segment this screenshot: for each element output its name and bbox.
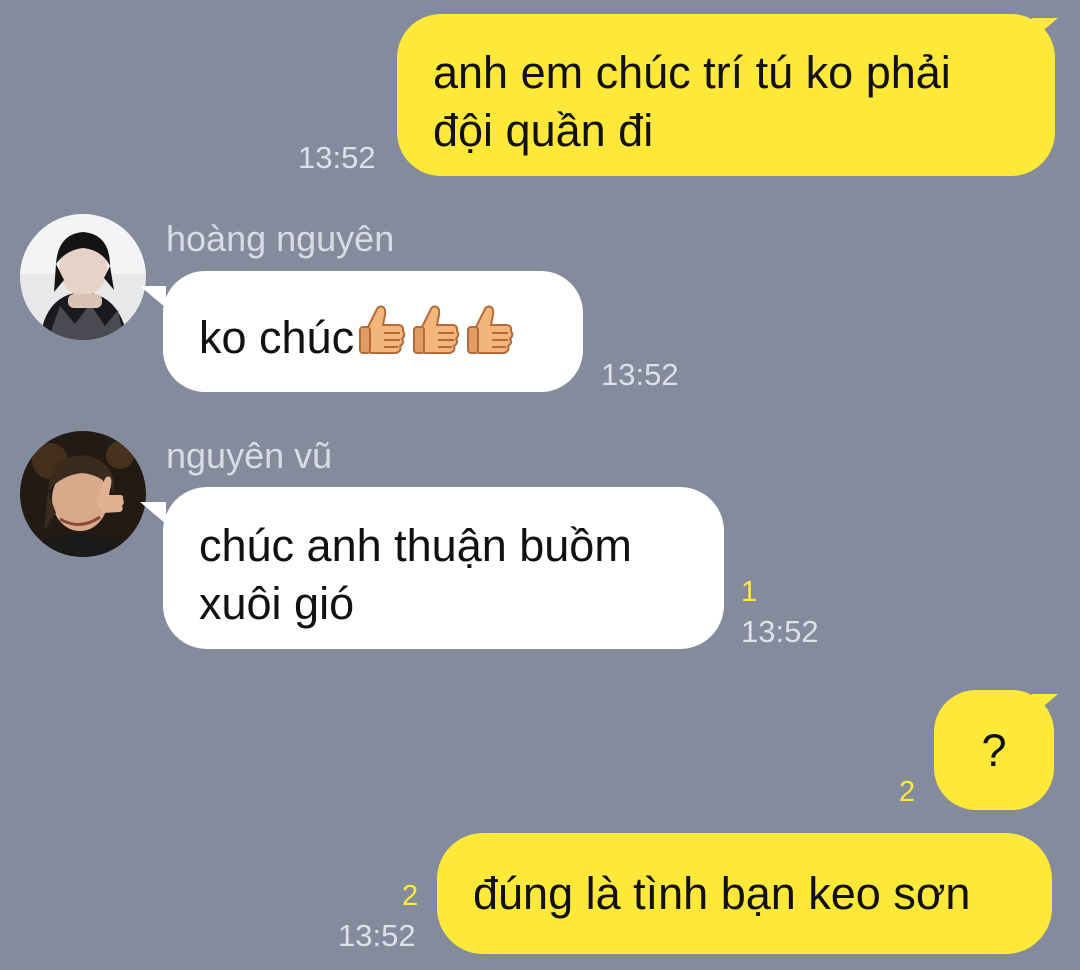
avatar-hoang-nguyen[interactable] — [20, 214, 146, 340]
message-text: xuôi gió — [199, 578, 355, 629]
profile-photo — [20, 431, 146, 557]
unread-count: 2 — [402, 880, 419, 912]
bubble-tail — [140, 286, 166, 308]
message-text: anh em chúc trí tú ko phải — [433, 47, 951, 98]
message-timestamp: 13:52 — [741, 614, 819, 649]
sender-name: nguyên vũ — [166, 435, 333, 476]
message-text: ko chúc — [199, 312, 355, 363]
message-timestamp: 13:52 — [298, 140, 376, 175]
chat-room: anh em chúc trí tú ko phải đội quần đi 1… — [0, 0, 1080, 970]
message-text: đội quần đi — [433, 105, 654, 156]
message-bubble-outgoing[interactable]: anh em chúc trí tú ko phải đội quần đi — [397, 14, 1055, 176]
sender-name: hoàng nguyên — [166, 218, 395, 259]
thumbs-up-icon — [359, 305, 514, 354]
message-text: đúng là tình bạn keo sơn — [473, 868, 971, 919]
message-timestamp: 13:52 — [338, 918, 416, 953]
message-text: chúc anh thuận buồm — [199, 520, 632, 571]
thumbs-up-emoji — [358, 303, 520, 375]
profile-photo — [20, 214, 146, 340]
message-bubble-outgoing[interactable]: đúng là tình bạn keo sơn — [437, 833, 1052, 954]
message-text: ? — [981, 725, 1007, 776]
message-bubble-incoming[interactable]: chúc anh thuận buồm xuôi gió — [163, 487, 724, 649]
message-bubble-incoming[interactable]: ko chúc — [163, 271, 583, 392]
bubble-tail — [140, 502, 166, 524]
message-bubble-outgoing[interactable]: ? — [934, 690, 1054, 810]
unread-count: 2 — [899, 776, 916, 808]
avatar-nguyen-vu[interactable] — [20, 431, 146, 557]
unread-count: 1 — [741, 576, 758, 608]
message-timestamp: 13:52 — [601, 357, 679, 392]
